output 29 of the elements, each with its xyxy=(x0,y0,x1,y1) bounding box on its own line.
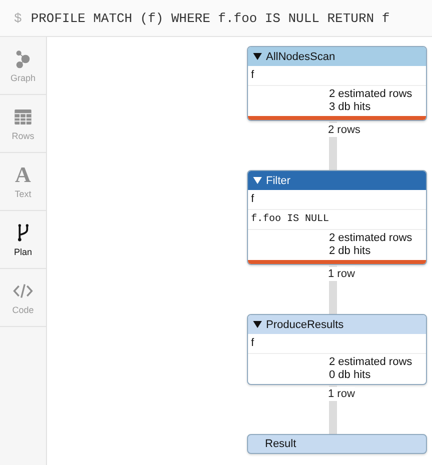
operator-card[interactable]: AllNodesScan f 2 estimated rows 3 db hits xyxy=(247,46,427,121)
operator-header[interactable]: ProduceResults xyxy=(248,315,426,334)
operator-title: Filter xyxy=(266,174,290,186)
result-card[interactable]: Result xyxy=(247,434,427,454)
estimated-rows: 2 estimated rows xyxy=(329,232,426,245)
db-hits: 0 db hits xyxy=(329,369,372,382)
text-icon: A xyxy=(15,164,31,184)
operator-header[interactable]: Filter xyxy=(248,171,426,190)
collapse-triangle-icon xyxy=(253,177,262,184)
operator-detail: f xyxy=(248,190,426,210)
operator-detail: f xyxy=(248,334,426,354)
operator-detail: f.foo IS NULL xyxy=(248,210,426,230)
estimated-rows: 2 estimated rows xyxy=(329,88,426,101)
collapse-triangle-icon xyxy=(253,321,262,328)
operator-detail: f xyxy=(248,66,426,86)
operator-title: AllNodesScan xyxy=(266,50,336,62)
estimated-rows: 2 estimated rows xyxy=(329,356,426,369)
operator-header[interactable]: AllNodesScan xyxy=(248,47,426,66)
operator-card[interactable]: ProduceResults f 2 estimated rows 0 db hits xyxy=(247,314,427,385)
query-text: PROFILE MATCH (f) WHERE f.foo IS NULL RETURN f xyxy=(30,10,390,26)
db-hits: 2 db hits xyxy=(329,245,372,258)
operator-title: ProduceResults xyxy=(266,318,344,330)
prompt-sign: $ xyxy=(14,10,22,26)
collapse-triangle-icon xyxy=(253,53,262,60)
db-hits: 3 db hits xyxy=(329,101,372,114)
result-title: Result xyxy=(265,438,296,450)
view-tab[interactable]: Plan xyxy=(0,211,46,269)
table-icon xyxy=(13,106,33,126)
operator-card[interactable]: Filter f f.foo IS NULL 2 estimated rows 2 db hits xyxy=(247,170,427,265)
